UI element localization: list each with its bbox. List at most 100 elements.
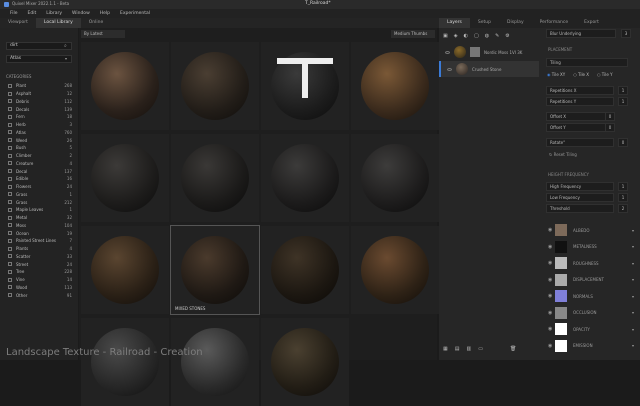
category-checkbox[interactable] [8,231,12,236]
channel-row-displacement[interactable]: ◉ DISPLACEMENT ▾ [541,272,640,288]
category-checkbox[interactable] [8,254,12,259]
category-checkbox[interactable] [8,277,12,282]
reset-tiling-button[interactable]: ↻ Reset Tiling [549,152,577,157]
chevron-down-icon[interactable]: ▾ [632,294,634,299]
chevron-down-icon[interactable]: ▾ [632,277,634,282]
category-item[interactable]: Herb 3 [8,121,72,129]
category-item[interactable]: Scatter 33 [8,253,72,261]
asset-tile[interactable] [171,42,259,130]
layer-item-selected[interactable]: Crushed Stone [439,61,539,77]
asset-tile[interactable]: MIXED STONES [170,225,260,315]
tile-y-radio[interactable]: ○ Tile Y [597,72,612,80]
search-input[interactable]: dirt [6,42,72,50]
visibility-eye-icon[interactable]: ◉ [548,244,552,250]
search-icon[interactable]: ⌕ [64,43,67,49]
category-checkbox[interactable] [8,176,12,181]
visibility-eye-icon[interactable] [445,50,450,54]
tab-export[interactable]: Export [576,18,607,28]
visibility-eye-icon[interactable]: ◉ [548,293,552,299]
category-checkbox[interactable] [8,161,12,166]
rotate-field[interactable]: 0 [618,138,628,147]
offset-x-field[interactable]: 0 [605,112,615,121]
offset-y-field[interactable]: 0 [605,123,615,132]
channel-row-metalness[interactable]: ◉ METALNESS ▾ [541,239,640,255]
chevron-down-icon[interactable]: ▾ [632,310,634,315]
tab-viewport[interactable]: Viewport [0,18,36,28]
tile-x-radio[interactable]: ○ Tile X [573,72,589,80]
category-item[interactable]: Ocean 19 [8,229,72,237]
threshold-field[interactable]: 2 [618,204,628,213]
brush-icon[interactable]: ✎ [495,33,499,39]
blend-value[interactable]: 3 [621,29,631,38]
menu-experimental[interactable]: Experimental [116,9,154,18]
tiling-select[interactable]: Tiling [546,58,628,67]
add-mask-icon[interactable]: ▤ [455,346,460,356]
tab-setup[interactable]: Setup [470,18,499,28]
category-checkbox[interactable] [8,246,12,251]
menu-edit[interactable]: Edit [24,9,41,18]
repetitions-y-field[interactable]: 1 [618,97,628,106]
chevron-down-icon[interactable]: ▾ [632,228,634,233]
channel-row-occlusion[interactable]: ◉ OCCLUSION ▾ [541,305,640,321]
category-item[interactable]: Vine 14 [8,276,72,284]
tab-online[interactable]: Online [81,18,112,28]
asset-tile[interactable] [261,134,349,222]
category-checkbox[interactable] [8,122,12,127]
category-checkbox[interactable] [8,285,12,290]
category-item[interactable]: Painted Street Lines 7 [8,237,72,245]
asset-tile[interactable] [171,318,259,406]
sort-select[interactable]: By Latest [81,30,125,38]
channel-row-roughness[interactable]: ◉ ROUGHNESS ▾ [541,255,640,271]
repetitions-x-field[interactable]: 1 [618,86,628,95]
category-checkbox[interactable] [8,223,12,228]
channel-row-opacity[interactable]: ◉ OPACITY ▾ [541,321,640,337]
category-checkbox[interactable] [8,169,12,174]
category-item[interactable]: Bush 5 [8,144,72,152]
category-item[interactable]: Grass 1 [8,191,72,199]
thumbnail-size-select[interactable]: Medium Thumbs [391,30,435,38]
low-frequency-field[interactable]: 1 [618,193,628,202]
high-frequency-field[interactable]: 1 [618,182,628,191]
chevron-down-icon[interactable]: ▾ [632,244,634,249]
category-checkbox[interactable] [8,207,12,212]
category-checkbox[interactable] [8,238,12,243]
asset-tile[interactable] [351,42,439,130]
visibility-eye-icon[interactable]: ◉ [548,260,552,266]
add-layer-icon[interactable]: ▦ [443,346,448,356]
channel-row-albedo[interactable]: ◉ ALBEDO ▾ [541,222,640,238]
category-item[interactable]: Wood 113 [8,284,72,292]
tab-display[interactable]: Display [499,18,532,28]
category-item[interactable]: Debris 112 [8,98,72,106]
asset-tile[interactable] [261,318,349,406]
visibility-eye-icon[interactable]: ◉ [548,277,552,283]
visibility-eye-icon[interactable]: ◉ [548,343,552,349]
category-checkbox[interactable] [8,192,12,197]
visibility-eye-icon[interactable]: ◉ [548,326,552,332]
asset-tile[interactable] [261,226,349,314]
mask-icon[interactable]: ◐ [464,33,468,39]
asset-tile[interactable] [261,42,349,130]
add-group-icon[interactable]: ▥ [466,346,471,356]
blend-mode-select[interactable]: Blur Underlying [546,29,616,38]
category-checkbox[interactable] [8,107,12,112]
chevron-down-icon[interactable]: ▾ [632,343,634,348]
menu-library[interactable]: Library [42,9,66,18]
channel-row-emission[interactable]: ◉ EMISSION ▾ [541,338,640,354]
folder-icon[interactable]: ▭ [478,346,483,356]
category-item[interactable]: Tree 228 [8,268,72,276]
category-checkbox[interactable] [8,83,12,88]
category-item[interactable]: Asphalt 12 [8,90,72,98]
category-checkbox[interactable] [8,91,12,96]
tab-layers[interactable]: Layers [439,18,470,28]
category-item[interactable]: Grass 212 [8,198,72,206]
menu-help[interactable]: Help [96,9,114,18]
category-checkbox[interactable] [8,269,12,274]
category-checkbox[interactable] [8,215,12,220]
category-checkbox[interactable] [8,145,12,150]
asset-tile[interactable] [351,226,439,314]
tab-local-library[interactable]: Local Library [35,18,81,28]
category-item[interactable]: Creature 4 [8,160,72,168]
category-item[interactable]: Moss 104 [8,222,72,230]
chevron-down-icon[interactable]: ▾ [632,261,634,266]
settings-icon[interactable]: ⚙ [505,33,509,39]
